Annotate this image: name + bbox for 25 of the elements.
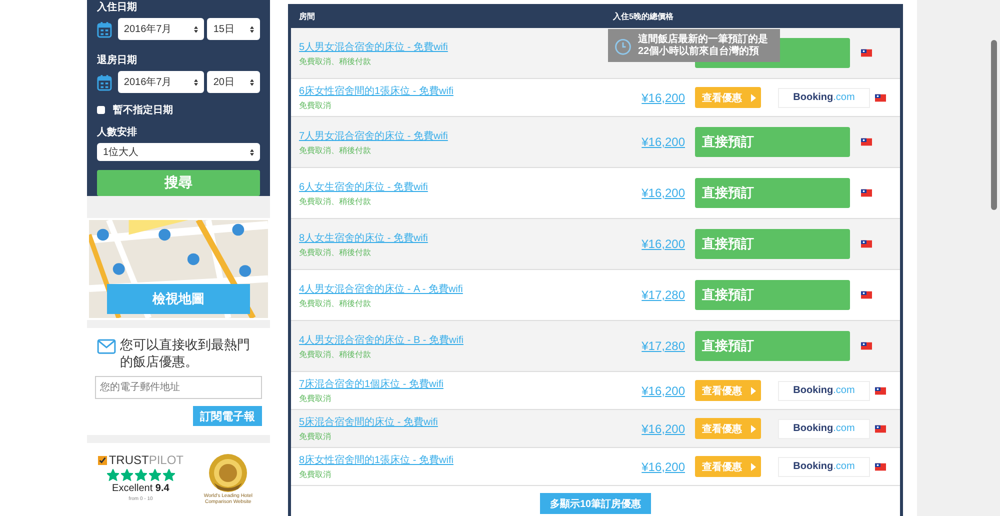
trustpilot-logo: TRUSTPILOT: [98, 453, 184, 467]
room-terms: 免費取消、稍後付款: [299, 298, 372, 308]
partner-logo: Booking.com: [778, 380, 870, 400]
tooltip-text: 22個小時以前來自台灣的預: [638, 46, 760, 58]
partner-logo: Booking.com: [778, 418, 870, 438]
room-terms: 免費取消、稍後付款: [299, 196, 372, 206]
column-header: 入住5晚的總價格: [613, 10, 674, 22]
room-terms: 免費取消、稍後付款: [299, 144, 372, 156]
field-label: 人數安排: [97, 125, 138, 139]
column-header: 房間: [298, 10, 316, 22]
room-terms: 免費取消、稍後付款: [299, 56, 372, 66]
partner-logo: Booking.com: [778, 88, 870, 108]
room-terms: 免費取消: [299, 431, 332, 442]
checkbox-label: 暫不指定日期: [113, 103, 173, 117]
field-label: 退房日期: [97, 53, 138, 67]
room-terms: 免費取消: [299, 469, 332, 480]
room-terms: 免費取消: [299, 393, 332, 404]
room-terms: 免費取消、稍後付款: [299, 246, 372, 258]
room-terms: 免費取消、稍後付款: [299, 348, 372, 360]
field-label: 入住日期: [97, 0, 138, 14]
rating-text: Excellent 9.4: [112, 483, 170, 494]
partner-logo: Booking.com: [778, 456, 870, 476]
room-terms: 免費取消: [299, 100, 332, 111]
newsletter-heading: 您可以直接收到最熱門的飯店優惠。: [120, 336, 251, 370]
tooltip-text: 這間飯店最新的一筆預訂的是: [638, 34, 768, 44]
